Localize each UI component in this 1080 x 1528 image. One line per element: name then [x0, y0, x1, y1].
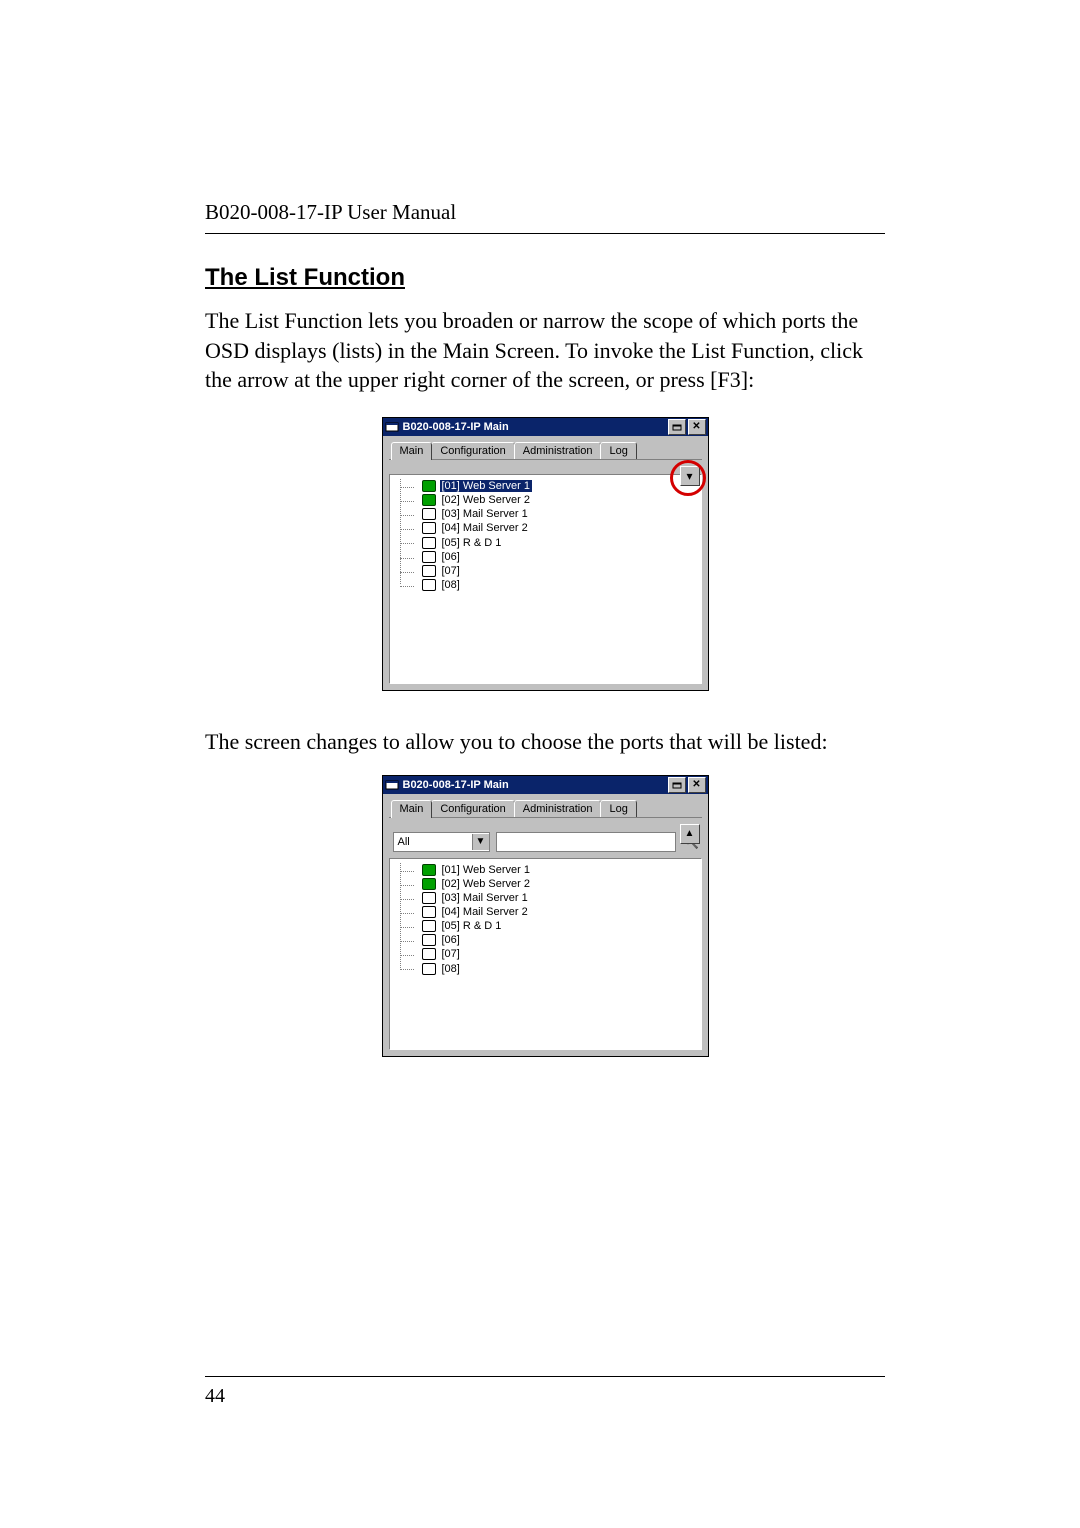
titlebar: B020-008-17-IP Main ✕ [383, 418, 708, 436]
port-tree-item[interactable]: [07] [408, 947, 695, 961]
port-offline-icon [422, 537, 436, 549]
port-offline-icon [422, 508, 436, 520]
close-button[interactable]: ✕ [688, 777, 706, 793]
port-tree-panel: [01] Web Server 1 [02] Web Server 2 [03] M… [389, 474, 702, 684]
port-tree-item[interactable]: [02] Web Server 2 [408, 493, 695, 507]
paragraph-2: The screen changes to allow you to choos… [205, 727, 885, 757]
footer-rule [205, 1376, 885, 1377]
screenshot-1: B020-008-17-IP Main ✕ Main Configuration… [205, 417, 885, 691]
tab-main[interactable]: Main [391, 442, 433, 460]
port-tree-item[interactable]: [07] [408, 564, 695, 578]
port-offline-icon [422, 920, 436, 932]
port-tree: [01] Web Server 1 [02] Web Server 2 [03] M… [396, 863, 695, 976]
port-offline-icon [422, 892, 436, 904]
tab-configuration[interactable]: Configuration [431, 800, 514, 817]
tab-administration[interactable]: Administration [514, 800, 602, 817]
filter-text-input[interactable] [496, 832, 676, 852]
tab-configuration[interactable]: Configuration [431, 442, 514, 459]
tab-main[interactable]: Main [391, 800, 433, 818]
port-label: [01] Web Server 1 [440, 480, 532, 492]
close-button[interactable]: ✕ [688, 419, 706, 435]
port-offline-icon [422, 934, 436, 946]
port-tree: [01] Web Server 1 [02] Web Server 2 [03] M… [396, 479, 695, 592]
port-tree-item[interactable]: [02] Web Server 2 [408, 877, 695, 891]
port-label: [01] Web Server 1 [440, 864, 532, 876]
port-online-icon [422, 878, 436, 890]
port-label: [06] [440, 934, 462, 946]
list-function-arrow-button[interactable]: ▲ [680, 824, 700, 844]
port-tree-item[interactable]: [08] [408, 961, 695, 975]
section-title: The List Function [205, 264, 885, 292]
port-offline-icon [422, 579, 436, 591]
port-tree-item[interactable]: [01] Web Server 1 [408, 479, 695, 493]
port-tree-item[interactable]: [05] R & D 1 [408, 535, 695, 549]
screenshot-2: B020-008-17-IP Main ✕ Main Configuration… [205, 775, 885, 1057]
port-label: [04] Mail Server 2 [440, 522, 530, 534]
filter-combo[interactable]: All ▼ [393, 832, 490, 852]
minimize-button[interactable] [668, 419, 686, 435]
port-tree-item[interactable]: [01] Web Server 1 [408, 863, 695, 877]
titlebar: B020-008-17-IP Main ✕ [383, 776, 708, 794]
window-body: Main Configuration Administration Log ▲ … [383, 794, 708, 1056]
port-offline-icon [422, 551, 436, 563]
port-label: [03] Mail Server 1 [440, 892, 530, 904]
port-tree-item[interactable]: [06] [408, 550, 695, 564]
port-label: [04] Mail Server 2 [440, 906, 530, 918]
tab-log[interactable]: Log [600, 442, 636, 459]
port-tree-item[interactable]: [06] [408, 933, 695, 947]
osd-window-filter: B020-008-17-IP Main ✕ Main Configuration… [382, 775, 709, 1057]
port-tree-item[interactable]: [05] R & D 1 [408, 919, 695, 933]
port-offline-icon [422, 906, 436, 918]
port-offline-icon [422, 948, 436, 960]
port-offline-icon [422, 963, 436, 975]
port-label: [05] R & D 1 [440, 537, 504, 549]
titlebar-text: B020-008-17-IP Main [403, 421, 666, 433]
port-offline-icon [422, 565, 436, 577]
tab-log[interactable]: Log [600, 800, 636, 817]
port-label: [07] [440, 565, 462, 577]
tab-strip: Main Configuration Administration Log [389, 442, 702, 460]
port-label: [08] [440, 963, 462, 975]
port-tree-panel: [01] Web Server 1 [02] Web Server 2 [03] M… [389, 858, 702, 1050]
osd-window: B020-008-17-IP Main ✕ Main Configuration… [382, 417, 709, 691]
list-function-arrow-button[interactable]: ▾ [680, 466, 700, 486]
tab-administration[interactable]: Administration [514, 442, 602, 459]
port-label: [05] R & D 1 [440, 920, 504, 932]
running-header: B020-008-17-IP User Manual [205, 200, 885, 225]
titlebar-text: B020-008-17-IP Main [403, 779, 666, 791]
minimize-button[interactable] [668, 777, 686, 793]
filter-combo-value: All [394, 836, 472, 848]
port-label: [08] [440, 579, 462, 591]
manual-page: B020-008-17-IP User Manual The List Func… [0, 0, 1080, 1528]
paragraph-1: The List Function lets you broaden or na… [205, 306, 885, 395]
port-offline-icon [422, 522, 436, 534]
app-icon [385, 778, 399, 792]
port-online-icon [422, 864, 436, 876]
port-online-icon [422, 494, 436, 506]
chevron-down-icon[interactable]: ▼ [472, 834, 489, 850]
page-footer: 44 [205, 1376, 885, 1408]
app-icon [385, 420, 399, 434]
port-label: [07] [440, 948, 462, 960]
tab-strip: Main Configuration Administration Log [389, 800, 702, 818]
port-label: [03] Mail Server 1 [440, 508, 530, 520]
filter-row: All ▼ 🔍 [389, 832, 702, 852]
port-tree-item[interactable]: [03] Mail Server 1 [408, 507, 695, 521]
window-body: Main Configuration Administration Log ▾ … [383, 436, 708, 690]
port-tree-item[interactable]: [03] Mail Server 1 [408, 891, 695, 905]
port-label: [02] Web Server 2 [440, 878, 532, 890]
port-tree-item[interactable]: [04] Mail Server 2 [408, 905, 695, 919]
port-label: [06] [440, 551, 462, 563]
port-tree-item[interactable]: [08] [408, 578, 695, 592]
page-number: 44 [205, 1385, 885, 1408]
port-label: [02] Web Server 2 [440, 494, 532, 506]
port-tree-item[interactable]: [04] Mail Server 2 [408, 521, 695, 535]
port-online-icon [422, 480, 436, 492]
header-rule [205, 233, 885, 234]
